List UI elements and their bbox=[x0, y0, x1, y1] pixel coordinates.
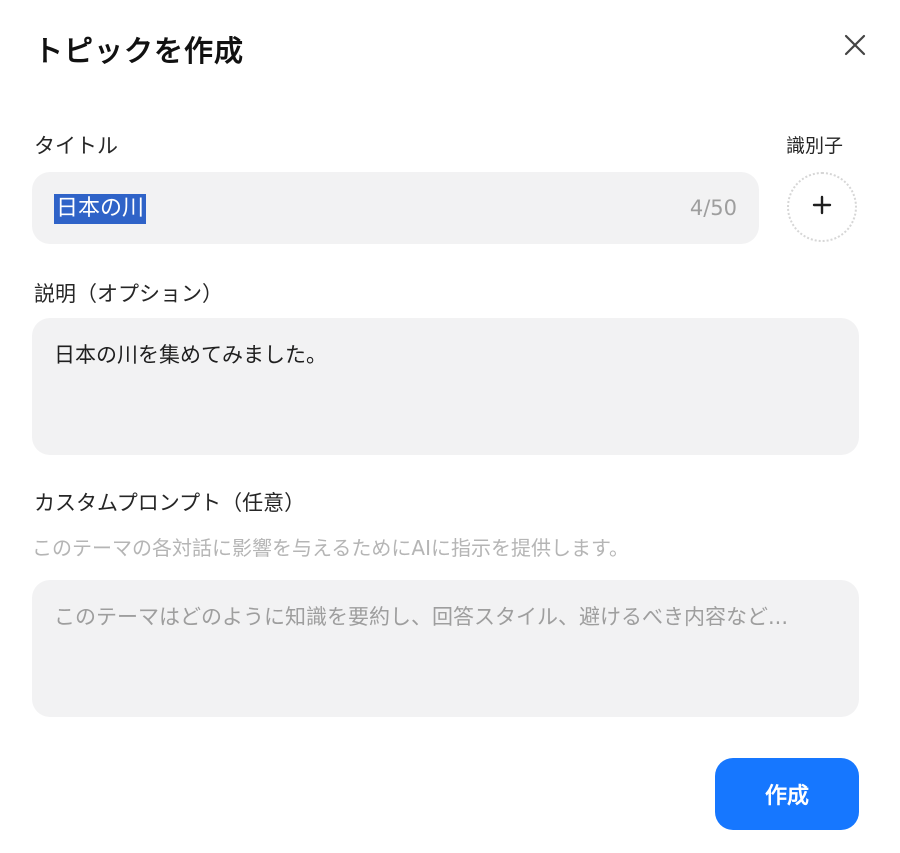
custom-prompt-label: カスタムプロンプト（任意） bbox=[34, 491, 306, 515]
plus-icon bbox=[811, 194, 833, 220]
identifier-label: 識別子 bbox=[786, 135, 844, 157]
description-textarea[interactable]: 日本の川を集めてみました。 bbox=[32, 318, 859, 455]
identifier-add-button[interactable] bbox=[787, 172, 857, 242]
description-label: 説明（オプション） bbox=[34, 282, 223, 306]
char-count: 4/50 bbox=[689, 196, 737, 220]
close-icon bbox=[843, 33, 867, 61]
custom-prompt-textarea[interactable]: このテーマはどのように知識を要約し、回答スタイル、避けるべき内容など... bbox=[32, 580, 859, 717]
create-button[interactable]: 作成 bbox=[715, 758, 859, 830]
close-button[interactable] bbox=[836, 28, 874, 66]
title-input[interactable]: 日本の川 bbox=[54, 194, 147, 224]
title-field[interactable]: 日本の川 4/50 bbox=[32, 172, 759, 244]
custom-prompt-hint: このテーマの各対話に影響を与えるためにAIに指示を提供します。 bbox=[32, 536, 629, 560]
dialog-title: トピックを作成 bbox=[34, 34, 245, 68]
title-label: タイトル bbox=[34, 134, 118, 158]
